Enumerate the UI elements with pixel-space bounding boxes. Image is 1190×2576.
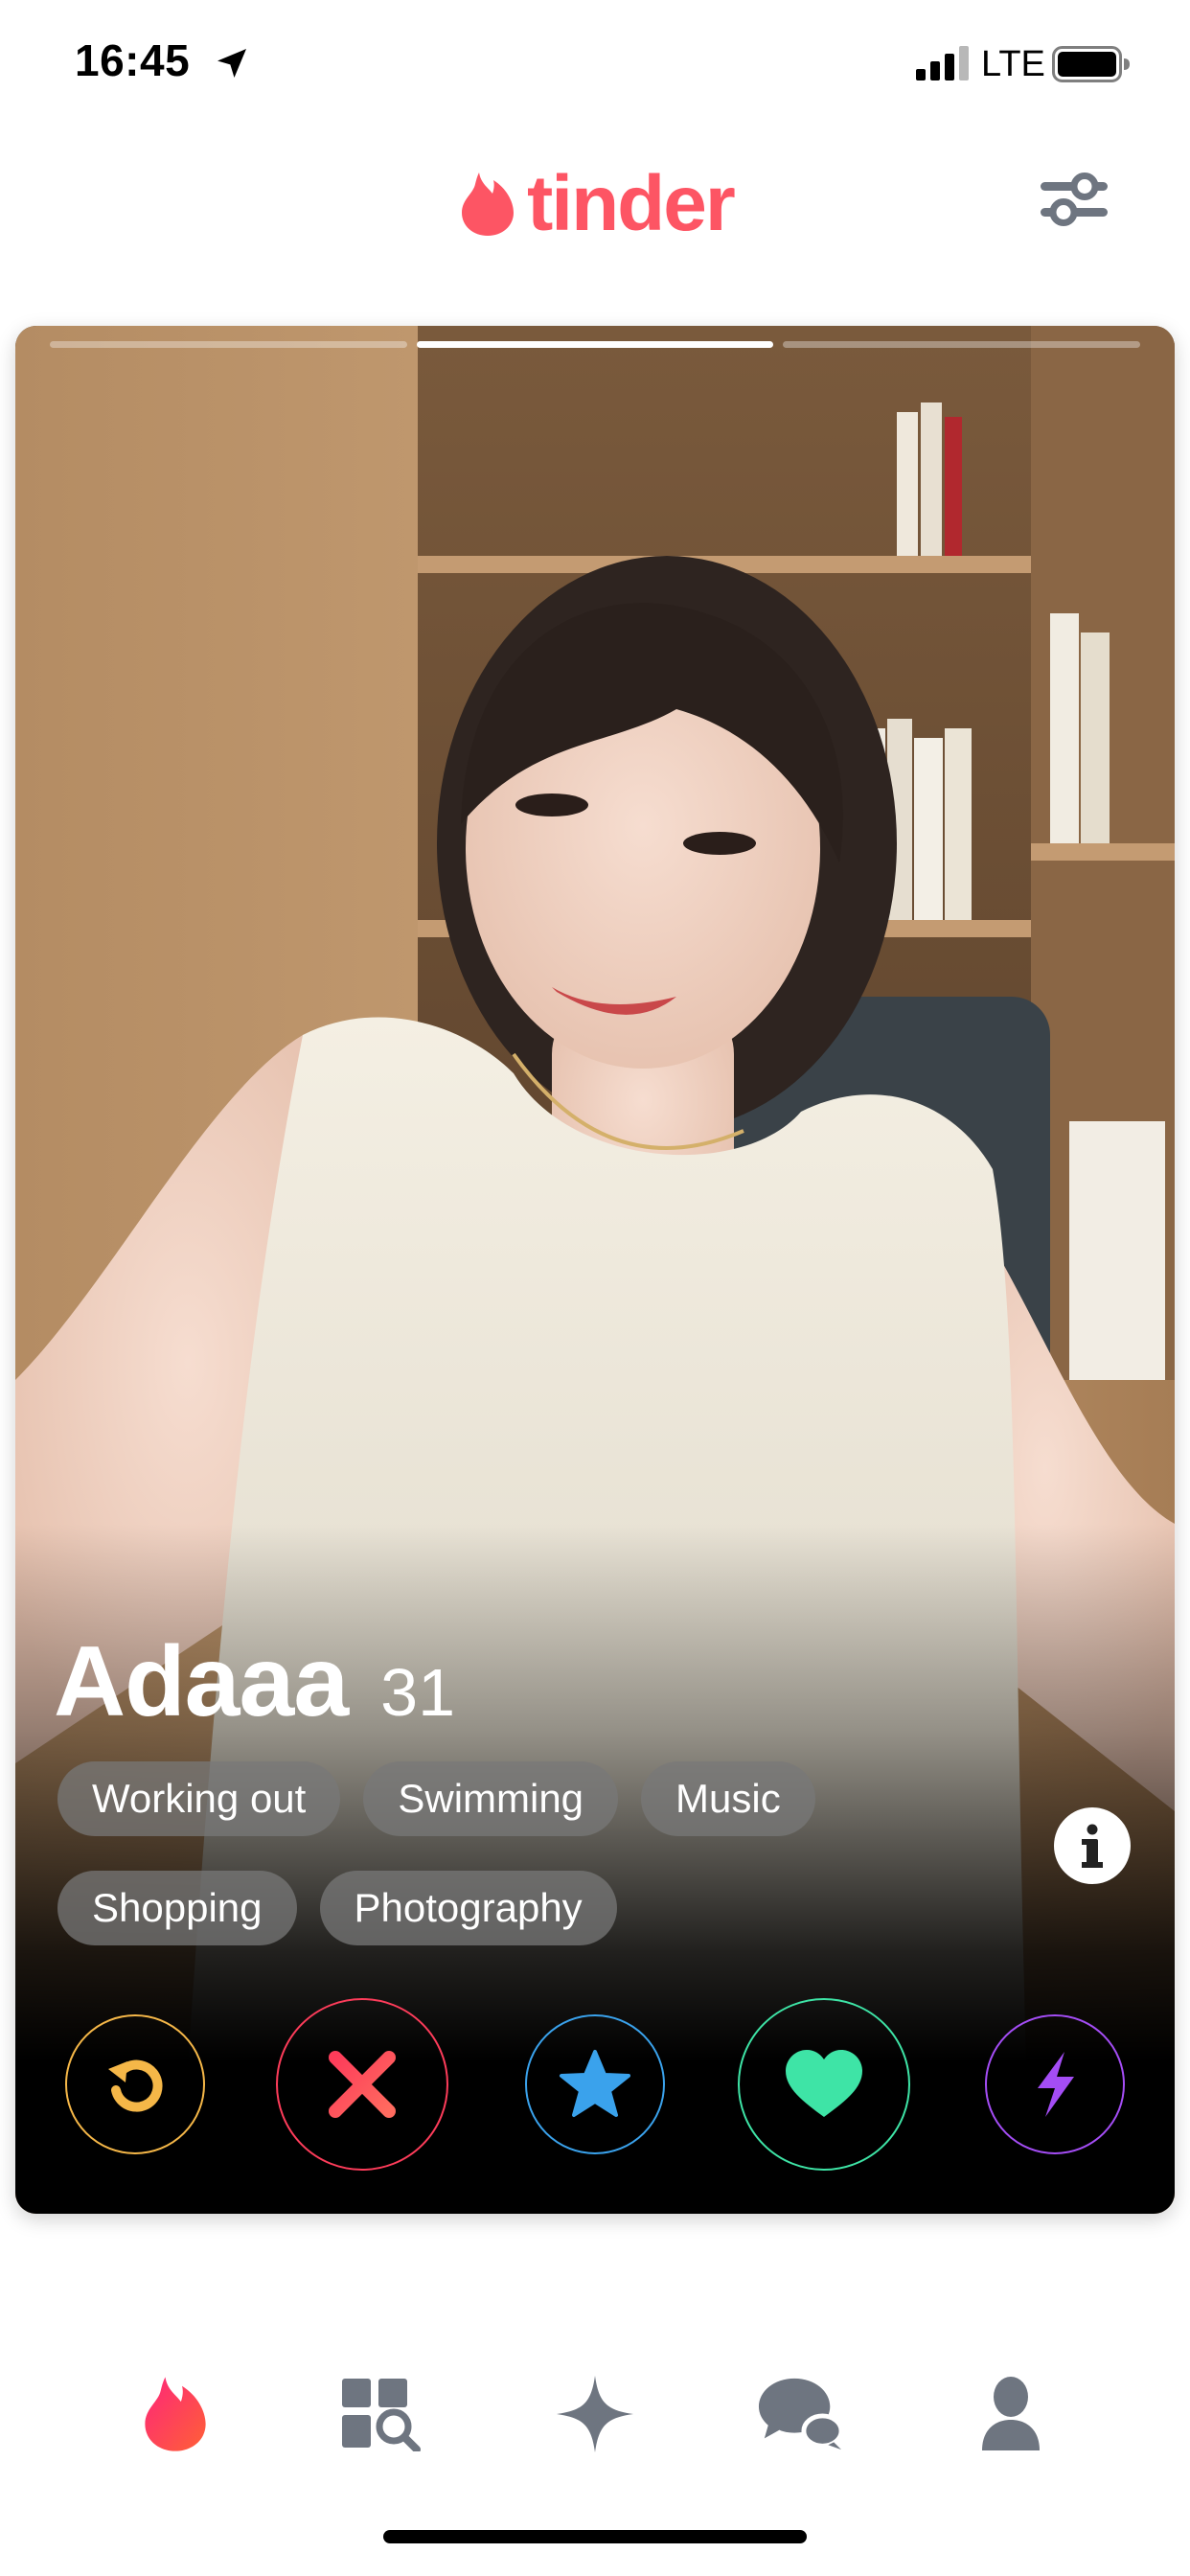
- rewind-button[interactable]: [65, 2014, 205, 2154]
- bottom-navigation: [0, 2338, 1190, 2482]
- status-bar: 16:45 LTE: [0, 0, 1190, 134]
- action-buttons: [15, 1993, 1175, 2175]
- interest-tag: Shopping: [57, 1871, 297, 1945]
- rewind-icon: [108, 2059, 163, 2112]
- home-indicator[interactable]: [383, 2530, 807, 2543]
- status-time: 16:45: [75, 35, 191, 85]
- photo-indicator-active: [416, 341, 774, 348]
- photo-indicator: [783, 341, 1141, 348]
- info-icon: [1082, 1824, 1103, 1868]
- heart-icon: [786, 2050, 862, 2117]
- boost-button[interactable]: [985, 2014, 1125, 2154]
- location-arrow-icon: [217, 49, 246, 78]
- photo-indicator: [50, 341, 407, 348]
- chat-icon: [758, 2378, 843, 2450]
- signal-icon: [916, 46, 969, 80]
- tinder-logo: tinder: [460, 160, 736, 247]
- sparkle-icon: [557, 2376, 633, 2452]
- app-header: tinder: [0, 144, 1190, 259]
- lightning-icon: [1038, 2052, 1074, 2117]
- star-icon: [560, 2050, 630, 2117]
- photo-progress-bar: [50, 341, 1141, 348]
- nav-explore[interactable]: [339, 2371, 425, 2457]
- interest-tag: Working out: [57, 1761, 341, 1836]
- nope-button[interactable]: [276, 1998, 448, 2171]
- person-icon: [982, 2377, 1040, 2450]
- tinder-flame-icon: [462, 172, 514, 236]
- profile-name: Adaaa: [54, 1626, 349, 1737]
- profile-name-row: Adaaa 31: [54, 1625, 455, 1739]
- interest-tag: Photography: [319, 1871, 617, 1945]
- x-icon: [329, 2051, 396, 2118]
- interest-tags: Working out Swimming Music Shopping Phot…: [57, 1761, 920, 1945]
- like-button[interactable]: [738, 1998, 910, 2171]
- nav-gold[interactable]: [552, 2371, 638, 2457]
- super-like-button[interactable]: [525, 2014, 665, 2154]
- explore-icon: [342, 2379, 421, 2451]
- interest-tag: Music: [641, 1761, 815, 1836]
- nav-home[interactable]: [132, 2371, 218, 2457]
- filter-sliders-icon[interactable]: [1039, 169, 1110, 230]
- flame-icon: [145, 2377, 206, 2451]
- info-button[interactable]: [1054, 1807, 1131, 1884]
- profile-card[interactable]: Adaaa 31 Working out Swimming Music Shop…: [15, 326, 1175, 2214]
- interest-tag: Swimming: [363, 1761, 619, 1836]
- nav-profile[interactable]: [968, 2371, 1054, 2457]
- battery-icon: [1052, 46, 1130, 82]
- nav-messages[interactable]: [757, 2371, 843, 2457]
- profile-age: 31: [380, 1655, 456, 1730]
- logo-text: tinder: [527, 160, 736, 247]
- network-type: LTE: [981, 44, 1045, 84]
